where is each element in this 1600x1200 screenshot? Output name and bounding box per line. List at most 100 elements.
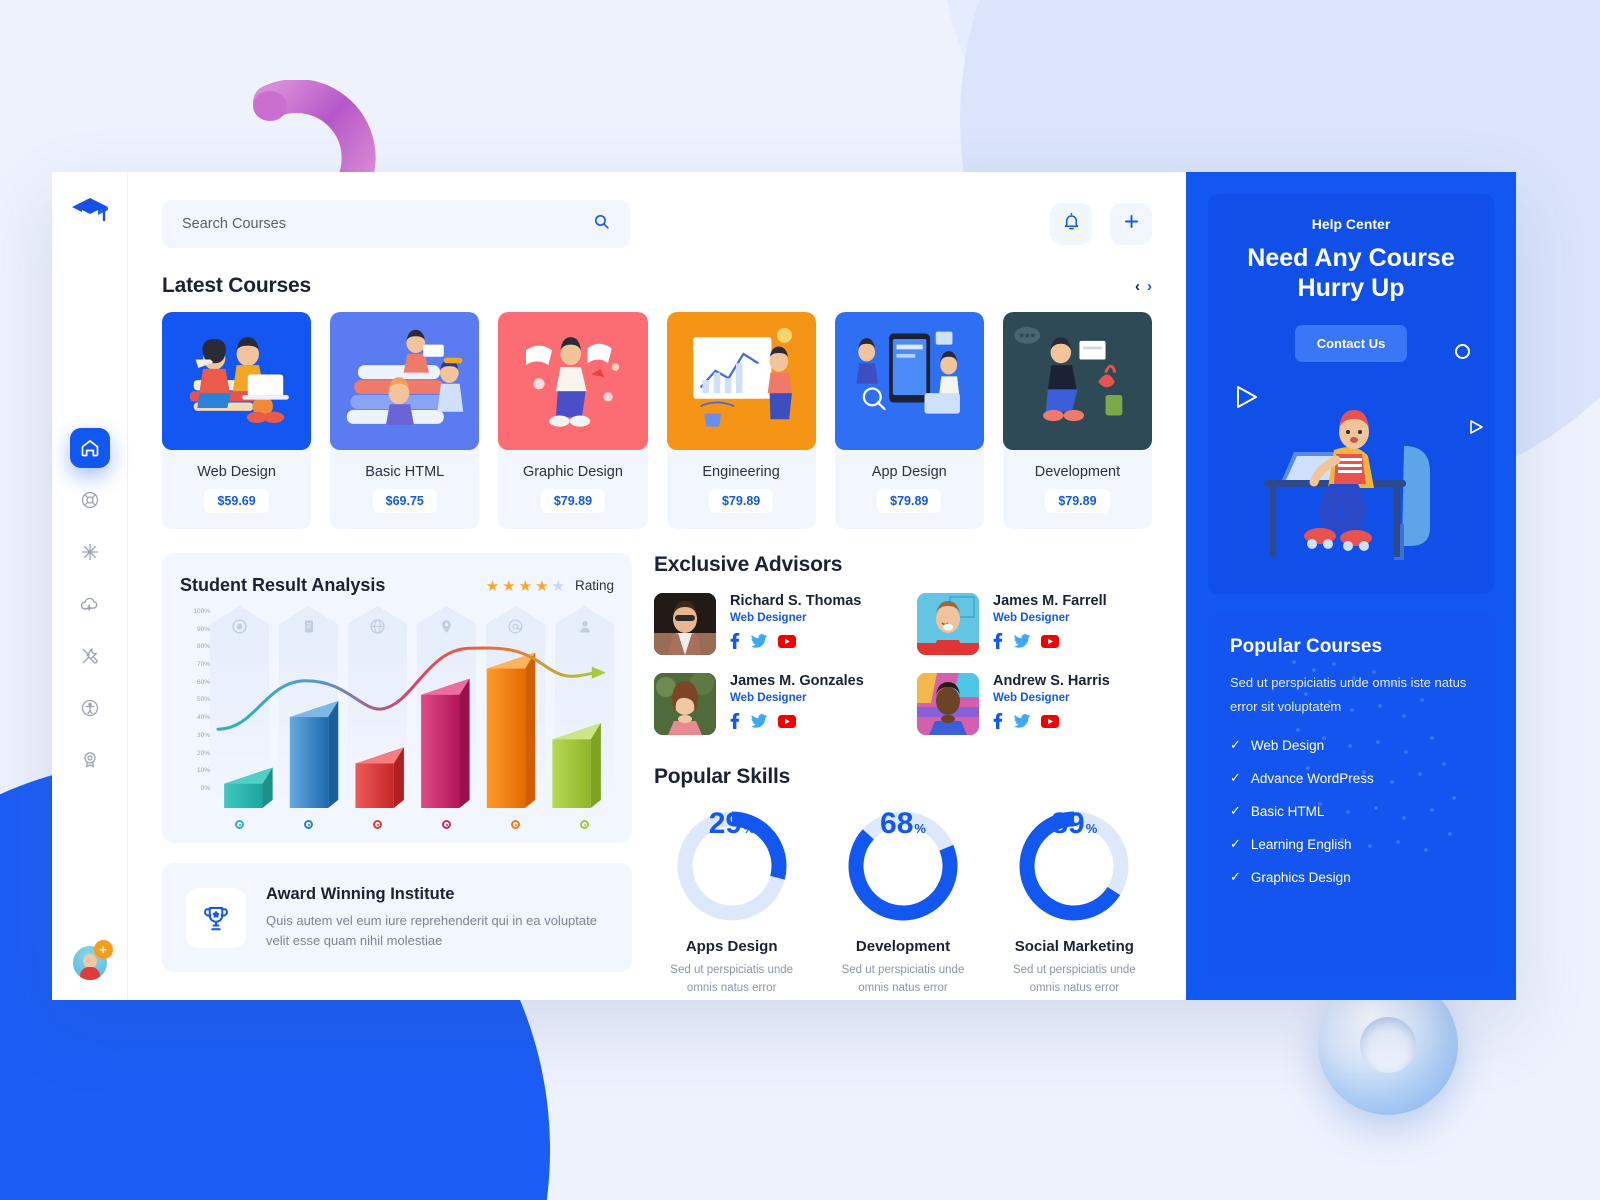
skill-description: Sed ut perspiciatis unde omnis natus err… bbox=[841, 964, 965, 994]
skills-title: Popular Skills bbox=[654, 765, 791, 788]
y-tick: 60% bbox=[196, 678, 210, 686]
course-card[interactable]: Engineering $79.89 bbox=[666, 312, 816, 529]
list-item-label: Web Design bbox=[1250, 737, 1325, 753]
y-tick: 100% bbox=[193, 608, 210, 615]
youtube-icon[interactable] bbox=[1041, 634, 1059, 648]
advisor-role: Web Designer bbox=[993, 612, 1070, 624]
sidebar-item-support[interactable] bbox=[70, 480, 110, 520]
rating: ★ ★ ★ ★ ★ Rating bbox=[486, 577, 614, 595]
course-name: Development bbox=[1034, 464, 1121, 480]
y-tick: 40% bbox=[196, 714, 210, 722]
list-item-label: Basic HTML bbox=[1250, 803, 1325, 819]
sidebar-item-explore[interactable] bbox=[70, 532, 110, 572]
right-column: Exclusive Advisors Richard S. Thomas Web… bbox=[654, 553, 1152, 998]
sidebar-item-home[interactable] bbox=[69, 428, 110, 468]
student-result-chart-card: Student Result Analysis ★ ★ ★ ★ ★ Rating bbox=[162, 553, 632, 843]
latest-courses-header: Latest Courses ‹ › bbox=[162, 274, 1152, 298]
course-price: $79.89 bbox=[877, 489, 942, 513]
chart-dot[interactable] bbox=[442, 820, 451, 829]
advisor-card[interactable]: Richard S. Thomas Web Designer bbox=[654, 593, 889, 655]
avatar-add-badge[interactable]: + bbox=[93, 940, 113, 959]
sidebar-item-cloud[interactable] bbox=[70, 584, 110, 624]
chart-dot[interactable] bbox=[580, 820, 589, 829]
right-panel: Help Center Need Any Course Hurry Up Con… bbox=[1186, 172, 1516, 1000]
skill-percent-sign: % bbox=[914, 821, 926, 836]
notification-button[interactable] bbox=[1050, 203, 1092, 245]
topbar bbox=[162, 200, 1152, 248]
list-item[interactable]: ✓ Learning English bbox=[1230, 836, 1472, 852]
plus-icon bbox=[1122, 212, 1141, 236]
course-card[interactable]: Graphic Design $79.89 bbox=[498, 312, 648, 529]
course-name: Graphic Design bbox=[522, 464, 623, 480]
contact-us-button[interactable]: Contact Us bbox=[1294, 325, 1408, 362]
list-item[interactable]: ✓ Advance WordPress bbox=[1230, 770, 1472, 786]
y-tick: 80% bbox=[196, 643, 210, 651]
list-item[interactable]: ✓ Basic HTML bbox=[1230, 803, 1472, 819]
chart-dot[interactable] bbox=[373, 820, 382, 829]
advisor-card[interactable]: Andrew S. Harris Web Designer bbox=[917, 673, 1152, 735]
course-card[interactable]: Basic HTML $69.75 bbox=[330, 312, 480, 529]
course-card[interactable]: App Design $79.89 bbox=[834, 312, 984, 529]
carousel-next-icon[interactable]: › bbox=[1147, 278, 1152, 295]
check-icon: ✓ bbox=[1230, 836, 1241, 852]
search-bar[interactable] bbox=[162, 200, 630, 248]
check-icon: ✓ bbox=[1230, 869, 1241, 885]
search-input[interactable] bbox=[182, 216, 593, 232]
course-card[interactable]: Web Design $59.69 bbox=[162, 312, 312, 529]
advisor-role: Web Designer bbox=[730, 692, 807, 704]
youtube-icon[interactable] bbox=[778, 634, 796, 648]
chart-dot[interactable] bbox=[304, 820, 313, 829]
search-icon[interactable] bbox=[593, 213, 610, 235]
skill-card: 68 % Development Sed ut perspiciatis und… bbox=[825, 807, 980, 998]
twitter-icon[interactable] bbox=[751, 634, 767, 648]
skill-percent: 89 bbox=[1051, 807, 1085, 840]
chart-dot[interactable] bbox=[235, 820, 244, 829]
skill-description: Sed ut perspiciatis unde omnis natus err… bbox=[670, 964, 794, 994]
chart-dot[interactable] bbox=[511, 820, 520, 829]
help-center-title: Need Any Course Hurry Up bbox=[1247, 244, 1455, 302]
page-title: Latest Courses bbox=[162, 274, 311, 297]
sidebar-item-tools[interactable] bbox=[70, 636, 110, 676]
twitter-icon[interactable] bbox=[1014, 714, 1030, 728]
chart-indicator-dots bbox=[210, 820, 614, 829]
youtube-icon[interactable] bbox=[778, 714, 796, 728]
skill-card: 29 % Apps Design Sed ut perspiciatis und… bbox=[654, 807, 809, 998]
twitter-icon[interactable] bbox=[751, 714, 767, 728]
skill-percent-sign: % bbox=[1085, 821, 1098, 836]
advisor-photo bbox=[917, 593, 979, 655]
course-card[interactable]: Development $79.89 bbox=[1002, 312, 1153, 529]
course-price: $79.89 bbox=[540, 489, 606, 513]
y-tick: 90% bbox=[196, 625, 210, 633]
facebook-icon[interactable] bbox=[730, 633, 740, 649]
check-icon: ✓ bbox=[1230, 737, 1241, 753]
course-thumbnail bbox=[1002, 312, 1153, 450]
skill-description: Sed ut perspiciatis unde omnis natus err… bbox=[1012, 964, 1136, 994]
advisor-card[interactable]: James M. Gonzales Web Designer bbox=[654, 673, 889, 735]
advisor-card[interactable]: James M. Farrell Web Designer bbox=[917, 593, 1152, 655]
chart-dots-row bbox=[180, 816, 614, 829]
background-block-bottom-left bbox=[0, 1050, 350, 1200]
sidebar-item-accessibility[interactable] bbox=[70, 688, 110, 728]
carousel-prev-icon[interactable]: ‹ bbox=[1135, 278, 1140, 295]
youtube-icon[interactable] bbox=[1041, 714, 1059, 728]
sidebar-item-awards[interactable] bbox=[70, 740, 110, 780]
course-name: Engineering bbox=[702, 464, 780, 480]
advisor-social-links bbox=[730, 633, 861, 649]
add-button[interactable] bbox=[1110, 203, 1152, 245]
popular-courses-title: Popular Courses bbox=[1230, 636, 1383, 657]
graduation-cap-icon bbox=[70, 196, 110, 230]
course-thumbnail bbox=[330, 312, 480, 450]
sidebar-profile[interactable]: + bbox=[72, 940, 113, 980]
facebook-icon[interactable] bbox=[993, 713, 1003, 729]
facebook-icon[interactable] bbox=[730, 713, 740, 729]
skill-percent-sign: % bbox=[743, 821, 755, 836]
course-price: $59.69 bbox=[204, 489, 269, 513]
advisor-social-links bbox=[730, 713, 864, 729]
facebook-icon[interactable] bbox=[993, 633, 1003, 649]
list-item[interactable]: ✓ Web Design bbox=[1230, 737, 1472, 753]
help-center-kicker: Help Center bbox=[1311, 216, 1391, 232]
skill-donut: 29 % bbox=[673, 807, 791, 925]
list-item[interactable]: ✓ Graphics Design bbox=[1230, 869, 1472, 885]
twitter-icon[interactable] bbox=[1014, 634, 1030, 648]
advisor-info: Andrew S. Harris Web Designer bbox=[993, 673, 1110, 735]
